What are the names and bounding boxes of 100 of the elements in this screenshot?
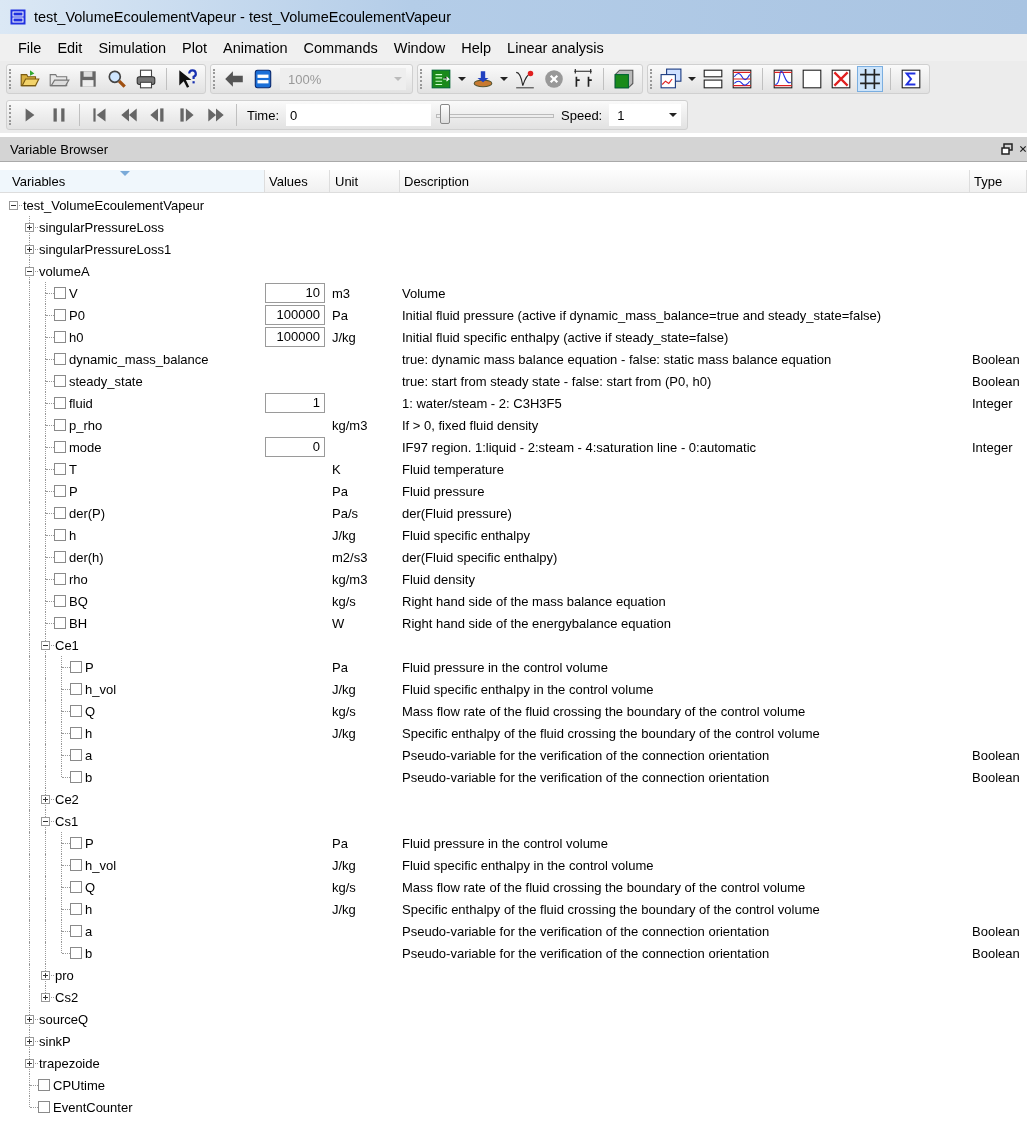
expander-icon[interactable] (25, 1015, 34, 1024)
caret-icon[interactable] (458, 77, 466, 81)
menu-item[interactable]: Window (385, 39, 454, 56)
checkbox[interactable] (70, 771, 82, 783)
checkbox[interactable] (54, 573, 66, 585)
variable-name[interactable]: singularPressureLoss1 (38, 241, 172, 257)
sheet-icon[interactable] (429, 67, 453, 91)
close-icon[interactable] (1019, 143, 1027, 155)
variable-name[interactable]: h (68, 527, 77, 543)
variable-name[interactable]: steady_state (68, 373, 143, 389)
time-field[interactable]: 0 (286, 104, 432, 126)
checkbox[interactable] (70, 727, 82, 739)
caret-icon[interactable] (500, 77, 508, 81)
menu-item[interactable]: Animation (215, 39, 296, 56)
variable-name[interactable]: T (68, 461, 77, 477)
checkbox[interactable] (70, 661, 82, 673)
checkbox[interactable] (70, 947, 82, 959)
checkbox[interactable] (54, 331, 66, 343)
variable-name[interactable]: BH (68, 615, 88, 631)
value-field[interactable]: 10 (265, 283, 325, 303)
checkbox[interactable] (70, 683, 82, 695)
checkbox[interactable] (54, 595, 66, 607)
checkbox[interactable] (38, 1079, 50, 1091)
checkbox[interactable] (70, 749, 82, 761)
value-field[interactable]: 100000 (265, 327, 325, 347)
checkbox[interactable] (54, 529, 66, 541)
variable-name[interactable]: P (84, 835, 94, 851)
checkbox[interactable] (54, 375, 66, 387)
column-header[interactable]: Variables (0, 170, 265, 192)
expander-icon[interactable] (25, 223, 34, 232)
plot-window-icon[interactable] (659, 67, 683, 91)
variable-name[interactable]: Ce1 (54, 637, 79, 653)
slider-thumb[interactable] (439, 104, 450, 124)
menu-item[interactable]: Simulation (90, 39, 175, 56)
checkbox[interactable] (54, 441, 66, 453)
grid-icon[interactable] (858, 67, 882, 91)
variable-name[interactable]: CPUtime (52, 1077, 105, 1093)
checkbox[interactable] (54, 551, 66, 563)
variable-name[interactable]: h0 (68, 329, 84, 345)
variable-name[interactable]: der(P) (68, 505, 106, 521)
menu-item[interactable]: File (10, 39, 50, 56)
menu-item[interactable]: Linear analysis (499, 39, 612, 56)
variable-name[interactable]: P (84, 659, 94, 675)
menu-item[interactable]: Help (453, 39, 500, 56)
blank-plot-icon[interactable] (800, 67, 824, 91)
caret-icon[interactable] (688, 77, 696, 81)
column-header[interactable]: Values (265, 170, 330, 192)
variable-name[interactable]: V (68, 285, 78, 301)
variable-name[interactable]: dynamic_mass_balance (68, 351, 209, 367)
variable-name[interactable]: h_vol (84, 857, 117, 873)
checkbox[interactable] (70, 903, 82, 915)
value-field[interactable]: 1 (265, 393, 325, 413)
variable-name[interactable]: singularPressureLoss (38, 219, 164, 235)
variable-name[interactable]: b (84, 769, 93, 785)
variable-name[interactable]: mode (68, 439, 102, 455)
checkbox[interactable] (70, 859, 82, 871)
variable-name[interactable]: test_VolumeEcoulementVapeur (22, 197, 205, 213)
variable-name[interactable]: h (84, 725, 93, 741)
variable-name[interactable]: rho (68, 571, 88, 587)
variable-name[interactable]: Ce2 (54, 791, 79, 807)
sigma-icon[interactable] (899, 67, 923, 91)
expander-icon[interactable] (25, 1037, 34, 1046)
delete-plot-icon[interactable] (829, 67, 853, 91)
checkbox[interactable] (54, 463, 66, 475)
expander-icon[interactable] (41, 641, 50, 650)
split-plot-icon[interactable] (701, 67, 725, 91)
column-header[interactable]: Unit (330, 170, 400, 192)
value-field[interactable]: 100000 (265, 305, 325, 325)
variable-name[interactable]: fluid (68, 395, 93, 411)
menu-item[interactable]: Edit (49, 39, 91, 56)
checkbox[interactable] (38, 1101, 50, 1113)
variable-name[interactable]: volumeA (38, 263, 90, 279)
cube-icon[interactable] (612, 67, 636, 91)
column-header[interactable]: Description (400, 170, 970, 192)
variable-name[interactable]: P0 (68, 307, 85, 323)
checkbox[interactable] (70, 881, 82, 893)
variable-name[interactable]: Cs2 (54, 989, 79, 1005)
expander-icon[interactable] (41, 795, 50, 804)
variable-name[interactable]: Q (84, 879, 96, 895)
column-header[interactable]: Type (970, 170, 1027, 192)
checkbox[interactable] (54, 485, 66, 497)
variable-name[interactable]: Q (84, 703, 96, 719)
expander-icon[interactable] (9, 201, 18, 210)
variable-name[interactable]: pro (54, 967, 74, 983)
variable-name[interactable]: der(h) (68, 549, 104, 565)
checkbox[interactable] (54, 617, 66, 629)
expander-icon[interactable] (25, 245, 34, 254)
checkbox[interactable] (54, 507, 66, 519)
checkbox[interactable] (54, 353, 66, 365)
variable-name[interactable]: BQ (68, 593, 88, 609)
checkbox[interactable] (70, 705, 82, 717)
variable-name[interactable]: sourceQ (38, 1011, 89, 1027)
variable-name[interactable]: h_vol (84, 681, 117, 697)
expander-icon[interactable] (41, 817, 50, 826)
menu-item[interactable]: Plot (174, 39, 216, 56)
checkbox[interactable] (70, 925, 82, 937)
variable-name[interactable]: a (84, 923, 93, 939)
variable-name[interactable]: h (84, 901, 93, 917)
value-field[interactable]: 0 (265, 437, 325, 457)
variable-name[interactable]: P (68, 483, 78, 499)
